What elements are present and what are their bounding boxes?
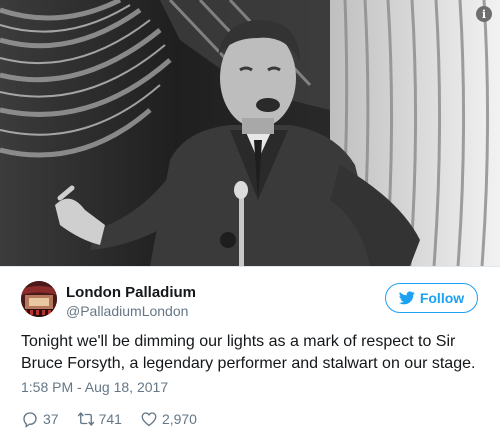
account-name[interactable]: London Palladium — [66, 284, 196, 301]
tweet-card: London Palladium @PalladiumLondon Follow… — [0, 266, 500, 441]
reply-action[interactable]: 37 — [21, 410, 59, 428]
follow-button-label: Follow — [419, 290, 465, 306]
tweet-actions: 37 741 2,970 — [21, 410, 215, 428]
heart-icon — [141, 412, 157, 427]
info-icon[interactable]: i — [476, 6, 492, 22]
twitter-bird-icon — [398, 291, 415, 305]
like-action[interactable]: 2,970 — [140, 410, 197, 428]
tweet-timestamp[interactable]: 1:58 PM - Aug 18, 2017 — [21, 379, 168, 395]
like-count: 2,970 — [161, 411, 197, 427]
theatre-avatar[interactable] — [21, 281, 57, 317]
retweet-count: 741 — [98, 411, 122, 427]
performer-photo — [0, 0, 500, 266]
account-handle[interactable]: @PalladiumLondon — [66, 303, 188, 319]
reply-icon — [23, 412, 37, 428]
tweet-text: Tonight we'll be dimming our lights as a… — [21, 333, 476, 372]
theatre-avatar-image — [21, 281, 57, 317]
tweet-photo[interactable]: i — [0, 0, 500, 266]
reply-count: 37 — [43, 411, 59, 427]
follow-button[interactable]: Follow — [385, 283, 478, 313]
retweet-action[interactable]: 741 — [77, 410, 122, 428]
retweet-icon — [77, 412, 94, 426]
